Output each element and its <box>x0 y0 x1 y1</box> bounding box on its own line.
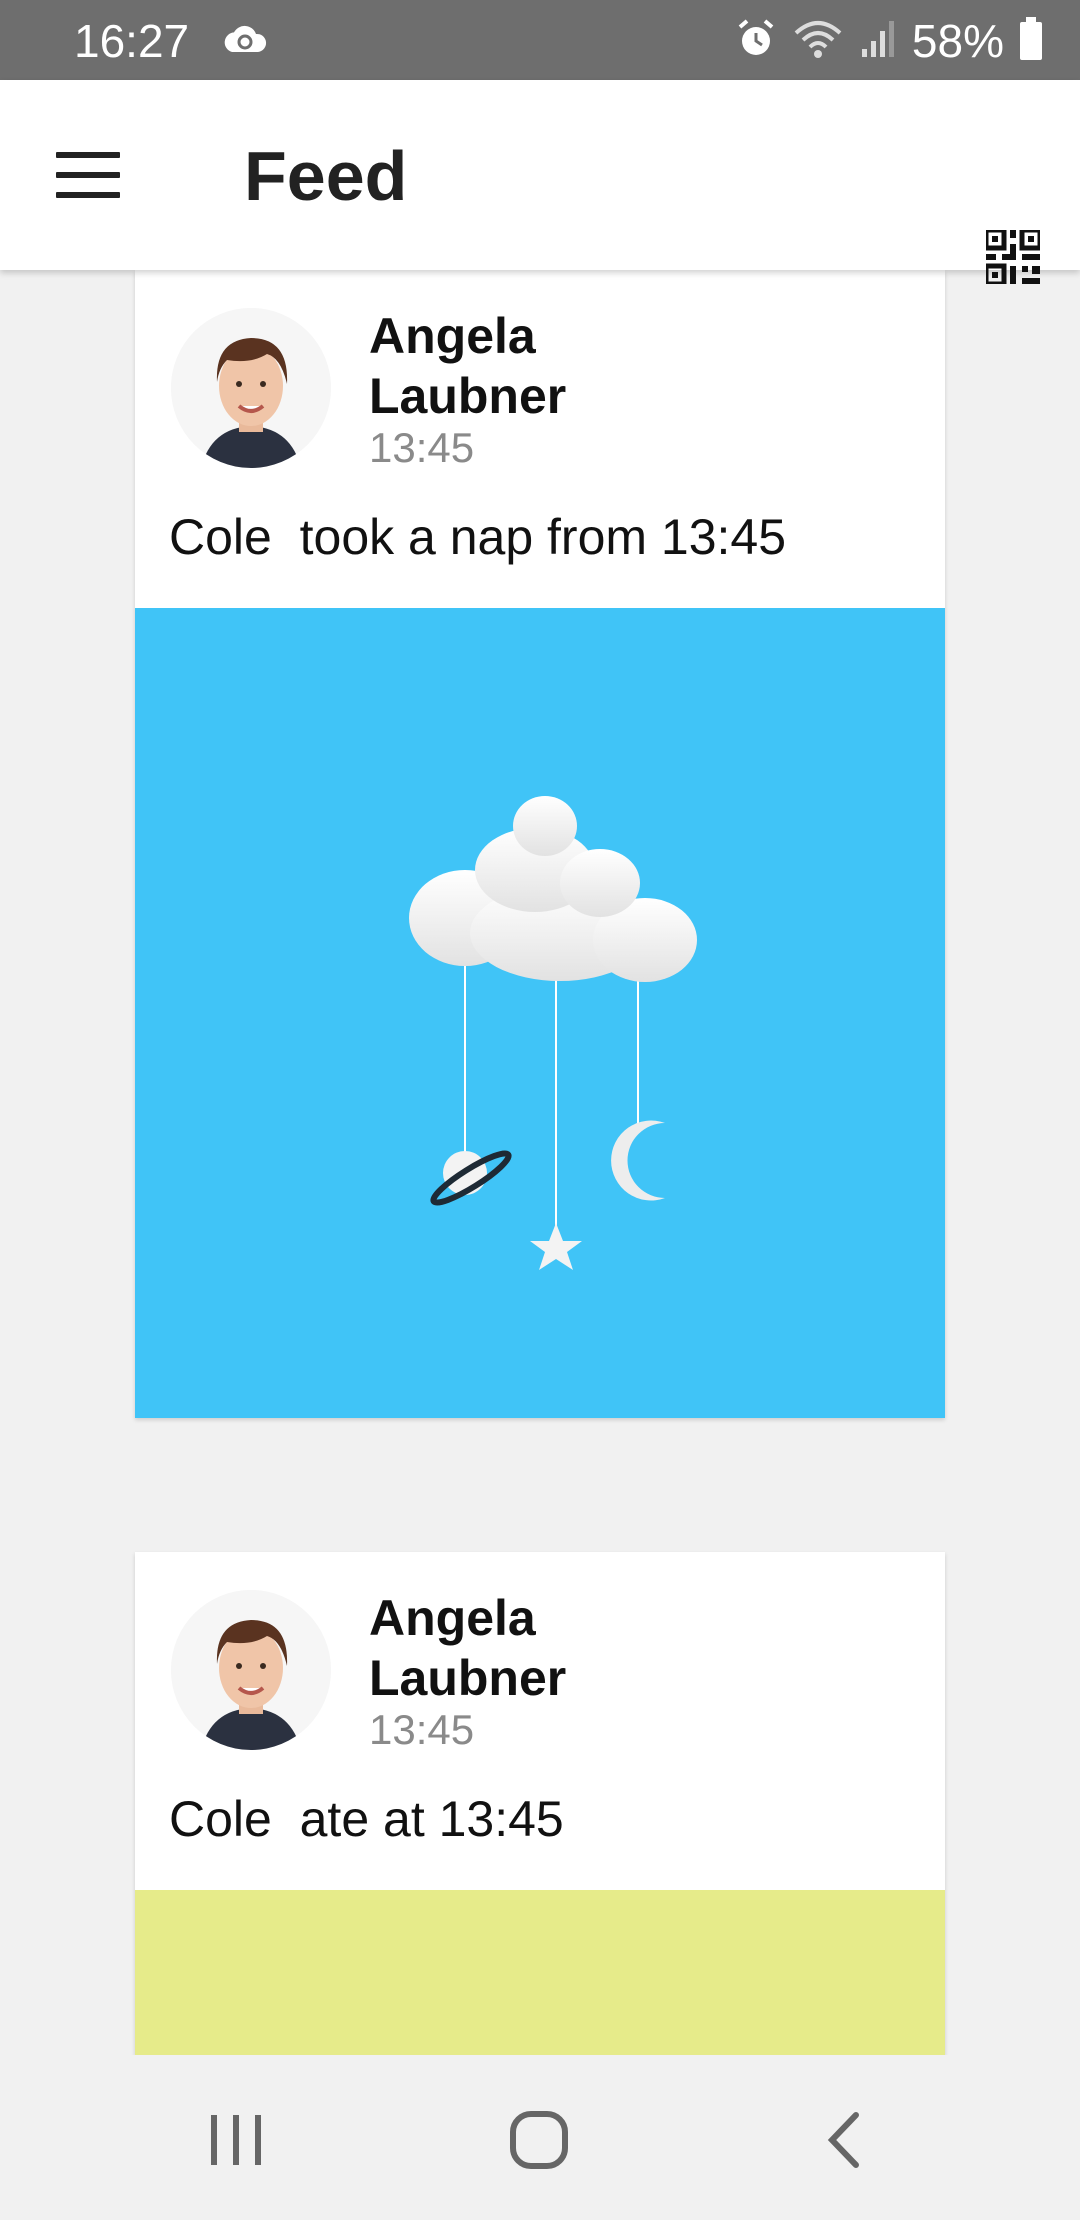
qr-code-button[interactable] <box>983 227 1043 287</box>
page-title: Feed <box>244 137 408 215</box>
qr-code-icon <box>983 227 1043 287</box>
feed-post[interactable]: Angela Laubner 13:45 Cole took a nap fro… <box>135 270 945 1418</box>
back-icon <box>827 2112 859 2168</box>
app-bar: Feed <box>0 80 1080 287</box>
post-time: 13:45 <box>369 424 475 471</box>
post-image <box>135 1890 945 2055</box>
recents-button[interactable] <box>191 2095 281 2185</box>
alarm-icon <box>734 17 778 66</box>
post-image <box>135 608 945 1418</box>
signal-icon <box>858 19 898 64</box>
post-time: 13:45 <box>369 1706 475 1753</box>
recents-icon <box>211 2115 261 2165</box>
status-icons: 58% <box>734 14 1044 68</box>
post-text: Cole took a nap from 13:45 <box>169 509 787 565</box>
status-time: 16:27 <box>74 15 190 67</box>
battery-icon <box>1018 16 1044 66</box>
cloud-sync-icon <box>220 22 268 63</box>
back-button[interactable] <box>800 2095 890 2185</box>
wifi-icon <box>792 17 844 66</box>
nap-cloud-mobile-illustration <box>409 796 697 1270</box>
post-author: Angela Laubner <box>369 308 567 424</box>
post-author: Angela Laubner <box>369 1590 567 1706</box>
feed-list[interactable]: Angela Laubner 13:45 Cole took a nap fro… <box>0 270 1080 2055</box>
avatar <box>171 308 331 468</box>
battery-percent: 58% <box>911 15 1004 67</box>
avatar <box>171 1590 331 1750</box>
hamburger-menu-icon <box>56 152 120 158</box>
status-bar: 16:27 58% <box>0 0 1080 80</box>
home-button[interactable] <box>494 2095 584 2185</box>
home-icon <box>510 2111 568 2169</box>
feed-post[interactable]: Angela Laubner 13:45 Cole ate at 13:45 <box>135 1552 945 2055</box>
system-nav-bar <box>0 2055 1080 2220</box>
post-text: Cole ate at 13:45 <box>169 1791 564 1847</box>
menu-button[interactable] <box>56 152 120 200</box>
